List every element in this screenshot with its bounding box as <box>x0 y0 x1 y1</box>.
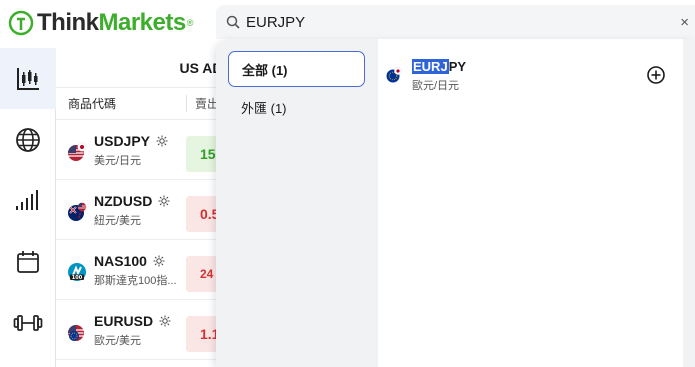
category-forex[interactable]: 外匯 (1) <box>228 89 365 125</box>
lightbulb-logo-icon <box>8 10 34 36</box>
market-symbol: NAS100 <box>94 253 147 269</box>
result-symbol-rest: PY <box>448 59 467 74</box>
market-open-sun-icon <box>159 315 171 327</box>
signal-bars-icon <box>16 189 38 210</box>
flag-us-jp-icon <box>68 142 87 161</box>
market-open-sun-icon <box>156 135 168 147</box>
nasdaq-100-icon: 100 <box>68 263 86 281</box>
logo-text-markets: Markets <box>98 9 187 36</box>
app-root: Think Markets ® US AD 商品代碼 賣出 USDJPY 美元/… <box>0 0 695 367</box>
category-all[interactable]: 全部 (1) <box>228 51 365 87</box>
nav-item-calendar[interactable] <box>0 231 56 292</box>
list-column-header: 商品代碼 賣出 <box>56 88 226 120</box>
clear-search-icon[interactable]: × <box>680 14 689 31</box>
chart-candles-icon <box>17 67 39 90</box>
flag-eu-us-icon <box>68 325 84 341</box>
result-symbol: EURJPY <box>412 59 466 74</box>
market-description: 美元/日元 <box>94 155 142 167</box>
search-bar: × <box>216 5 695 39</box>
globe-icon <box>16 127 40 152</box>
flag-eu-jp-icon <box>386 67 402 83</box>
market-list: US AD 商品代碼 賣出 USDJPY 美元/日元 15 NZDUSD 紐元/… <box>56 48 226 367</box>
result-description: 歐元/日元 <box>412 80 460 92</box>
result-item-eurjpy[interactable]: EURJPY 歐元/日元 <box>386 57 666 95</box>
nav-item-world[interactable] <box>0 109 56 170</box>
add-to-watchlist-icon[interactable] <box>646 65 666 85</box>
result-symbol-match: EURJ <box>412 59 449 74</box>
search-input[interactable] <box>246 13 646 31</box>
market-description: 紐元/美元 <box>94 215 142 227</box>
market-description: 那斯達克100指... <box>94 275 177 287</box>
svg-text:100: 100 <box>72 275 83 281</box>
market-row-usdjpy[interactable]: USDJPY 美元/日元 15 <box>56 120 226 180</box>
region-title[interactable]: US AD <box>56 48 226 88</box>
market-symbol: NZDUSD <box>94 193 153 209</box>
think-markets-logo[interactable]: Think Markets ® <box>8 8 193 38</box>
results-list: EURJPY 歐元/日元 <box>378 39 683 367</box>
nav-item-markets[interactable] <box>0 48 56 109</box>
market-row-nzdusd[interactable]: NZDUSD 紐元/美元 0.5 <box>56 180 226 240</box>
category-filter-list: 全部 (1) 外匯 (1) <box>228 51 365 125</box>
column-sell[interactable]: 賣出 <box>186 95 219 112</box>
flag-nz-us-icon <box>68 202 87 221</box>
market-row-nas100[interactable]: 100 NAS100 那斯達克100指... 24 <box>56 240 226 300</box>
dumbbell-icon <box>13 314 43 331</box>
logo-registered-mark: ® <box>186 18 194 28</box>
market-open-sun-icon <box>153 255 165 267</box>
market-open-sun-icon <box>158 195 170 207</box>
search-results-panel: 全部 (1) 外匯 (1) EURJPY 歐元/日元 <box>216 39 695 367</box>
nav-item-signals[interactable] <box>0 170 56 231</box>
logo-text-think: Think <box>37 9 99 36</box>
calendar-icon <box>17 250 39 273</box>
search-icon <box>226 15 240 29</box>
market-description: 歐元/美元 <box>94 335 142 347</box>
left-nav-rail <box>0 48 56 367</box>
market-row-eurusd[interactable]: EURUSD 歐元/美元 1.1 <box>56 300 226 360</box>
column-symbol[interactable]: 商品代碼 <box>56 95 186 112</box>
market-symbol: EURUSD <box>94 313 154 329</box>
nav-item-fitness[interactable] <box>0 292 56 353</box>
market-symbol: USDJPY <box>94 133 151 149</box>
